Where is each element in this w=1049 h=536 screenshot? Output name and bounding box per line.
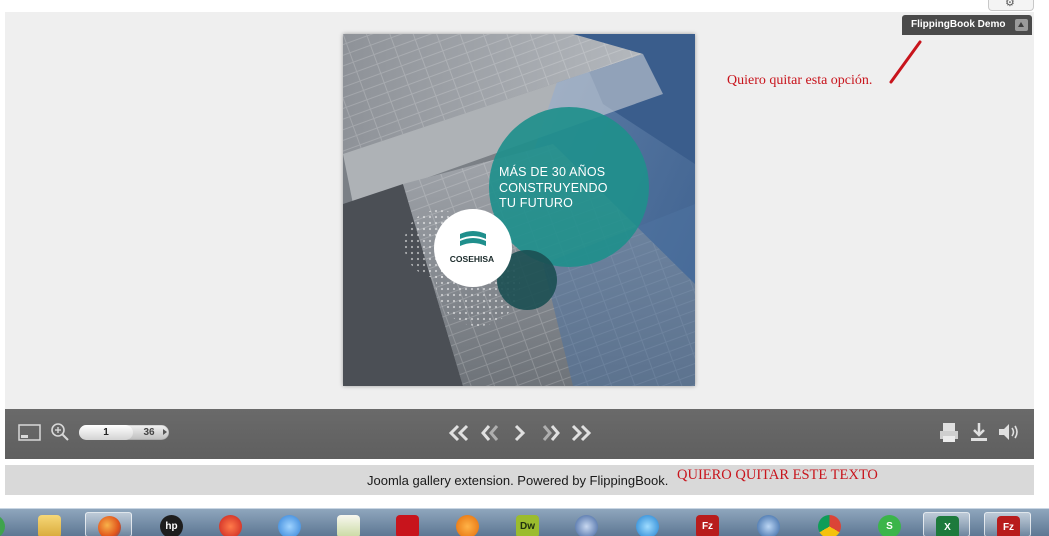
powered-by-text[interactable]: Joomla gallery extension. Powered by Fli… <box>367 473 668 488</box>
itunes-icon <box>278 515 301 536</box>
taskbar-item-notepadpp[interactable] <box>325 512 372 536</box>
notepad-plus-icon <box>337 515 360 536</box>
taskbar-item-network[interactable] <box>563 512 610 536</box>
settings-tab[interactable]: ⚙ <box>988 0 1034 11</box>
taskbar-item-app[interactable] <box>0 512 17 536</box>
sound-icon[interactable] <box>996 421 1022 445</box>
annotation-footer: QUIERO QUITAR ESTE TEXTO <box>677 467 878 483</box>
thumbnails-icon[interactable] <box>18 422 42 444</box>
folder-icon <box>38 515 61 536</box>
firefox-icon <box>98 516 121 536</box>
taskbar-item-hp[interactable]: hp <box>148 512 195 536</box>
headline-line-3: TU FUTURO <box>499 196 574 210</box>
taskbar-item-dreamweaver[interactable]: Dw <box>504 512 551 536</box>
taskbar-item-excel[interactable]: X <box>923 512 970 536</box>
app-icon <box>0 515 5 536</box>
taskbar-item-filezilla[interactable]: Fz <box>684 512 731 536</box>
filezilla-icon: Fz <box>696 515 719 536</box>
total-pages: 36 <box>143 427 155 438</box>
acrobat-icon <box>396 515 419 536</box>
page-counter[interactable]: 1 36 <box>79 425 169 440</box>
headline-line-1: MÁS DE 30 AÑOS <box>499 165 606 179</box>
first-page-icon[interactable] <box>447 422 471 444</box>
book-page[interactable]: MÁS DE 30 AÑOS CONSTRUYENDO TU FUTURO CO… <box>343 34 695 386</box>
taskbar-item-burn[interactable] <box>207 512 254 536</box>
filezilla-icon-2: Fz <box>997 516 1020 536</box>
internet-explorer-icon <box>636 515 659 536</box>
excel-icon: X <box>936 516 959 536</box>
windows-taskbar: hp Dw Fz S X Fz <box>0 508 1049 536</box>
page-headline: MÁS DE 30 AÑOS CONSTRUYENDO TU FUTURO <box>499 165 608 212</box>
taskbar-item-filezilla-2[interactable]: Fz <box>984 512 1031 536</box>
taskbar-item-skype[interactable]: S <box>866 512 913 536</box>
gear-icon: ⚙ <box>1005 0 1015 9</box>
footer-bar: Joomla gallery extension. Powered by Fli… <box>5 465 1034 495</box>
demo-badge-label: FlippingBook Demo <box>911 19 1006 30</box>
media-player-icon <box>456 515 479 536</box>
annotation-top: Quiero quitar esta opción. <box>727 73 873 88</box>
go-arrow-icon[interactable] <box>163 429 167 435</box>
taskbar-item-itunes[interactable] <box>266 512 313 536</box>
zoom-icon[interactable] <box>49 421 71 443</box>
screen: ⚙ FlippingBook Demo Quiero quitar esta o… <box>0 0 1049 536</box>
taskbar-item-acrobat[interactable] <box>384 512 431 536</box>
taskbar-item-media[interactable] <box>444 512 491 536</box>
cosehisa-logo: COSEHISA <box>449 254 495 264</box>
chrome-icon <box>818 515 841 536</box>
network-icon <box>575 515 598 536</box>
taskbar-item-folder[interactable] <box>26 512 73 536</box>
next-page-icon[interactable] <box>512 422 528 444</box>
previous-page-icon[interactable] <box>479 422 501 444</box>
hp-icon: hp <box>160 515 183 536</box>
taskbar-item-thunderbird[interactable] <box>745 512 792 536</box>
annotation-line <box>889 40 922 84</box>
thunderbird-icon <box>757 515 780 536</box>
skype-icon: S <box>878 515 901 536</box>
forward-icon[interactable] <box>540 422 562 444</box>
taskbar-item-chrome[interactable] <box>806 512 853 536</box>
download-icon[interactable] <box>968 421 990 445</box>
taskbar-item-firefox[interactable] <box>85 512 132 536</box>
dreamweaver-icon: Dw <box>516 515 539 536</box>
burn-icon <box>219 515 242 536</box>
headline-line-2: CONSTRUYENDO <box>499 180 608 195</box>
taskbar-item-ie[interactable] <box>624 512 671 536</box>
current-page[interactable]: 1 <box>79 425 133 440</box>
print-icon[interactable] <box>938 421 960 445</box>
last-page-icon[interactable] <box>569 422 593 444</box>
collapse-icon[interactable] <box>1015 19 1028 31</box>
flipbook-toolbar: 1 36 <box>5 409 1034 459</box>
top-strip <box>0 0 1049 12</box>
flippingbook-demo-badge[interactable]: FlippingBook Demo <box>902 15 1032 35</box>
